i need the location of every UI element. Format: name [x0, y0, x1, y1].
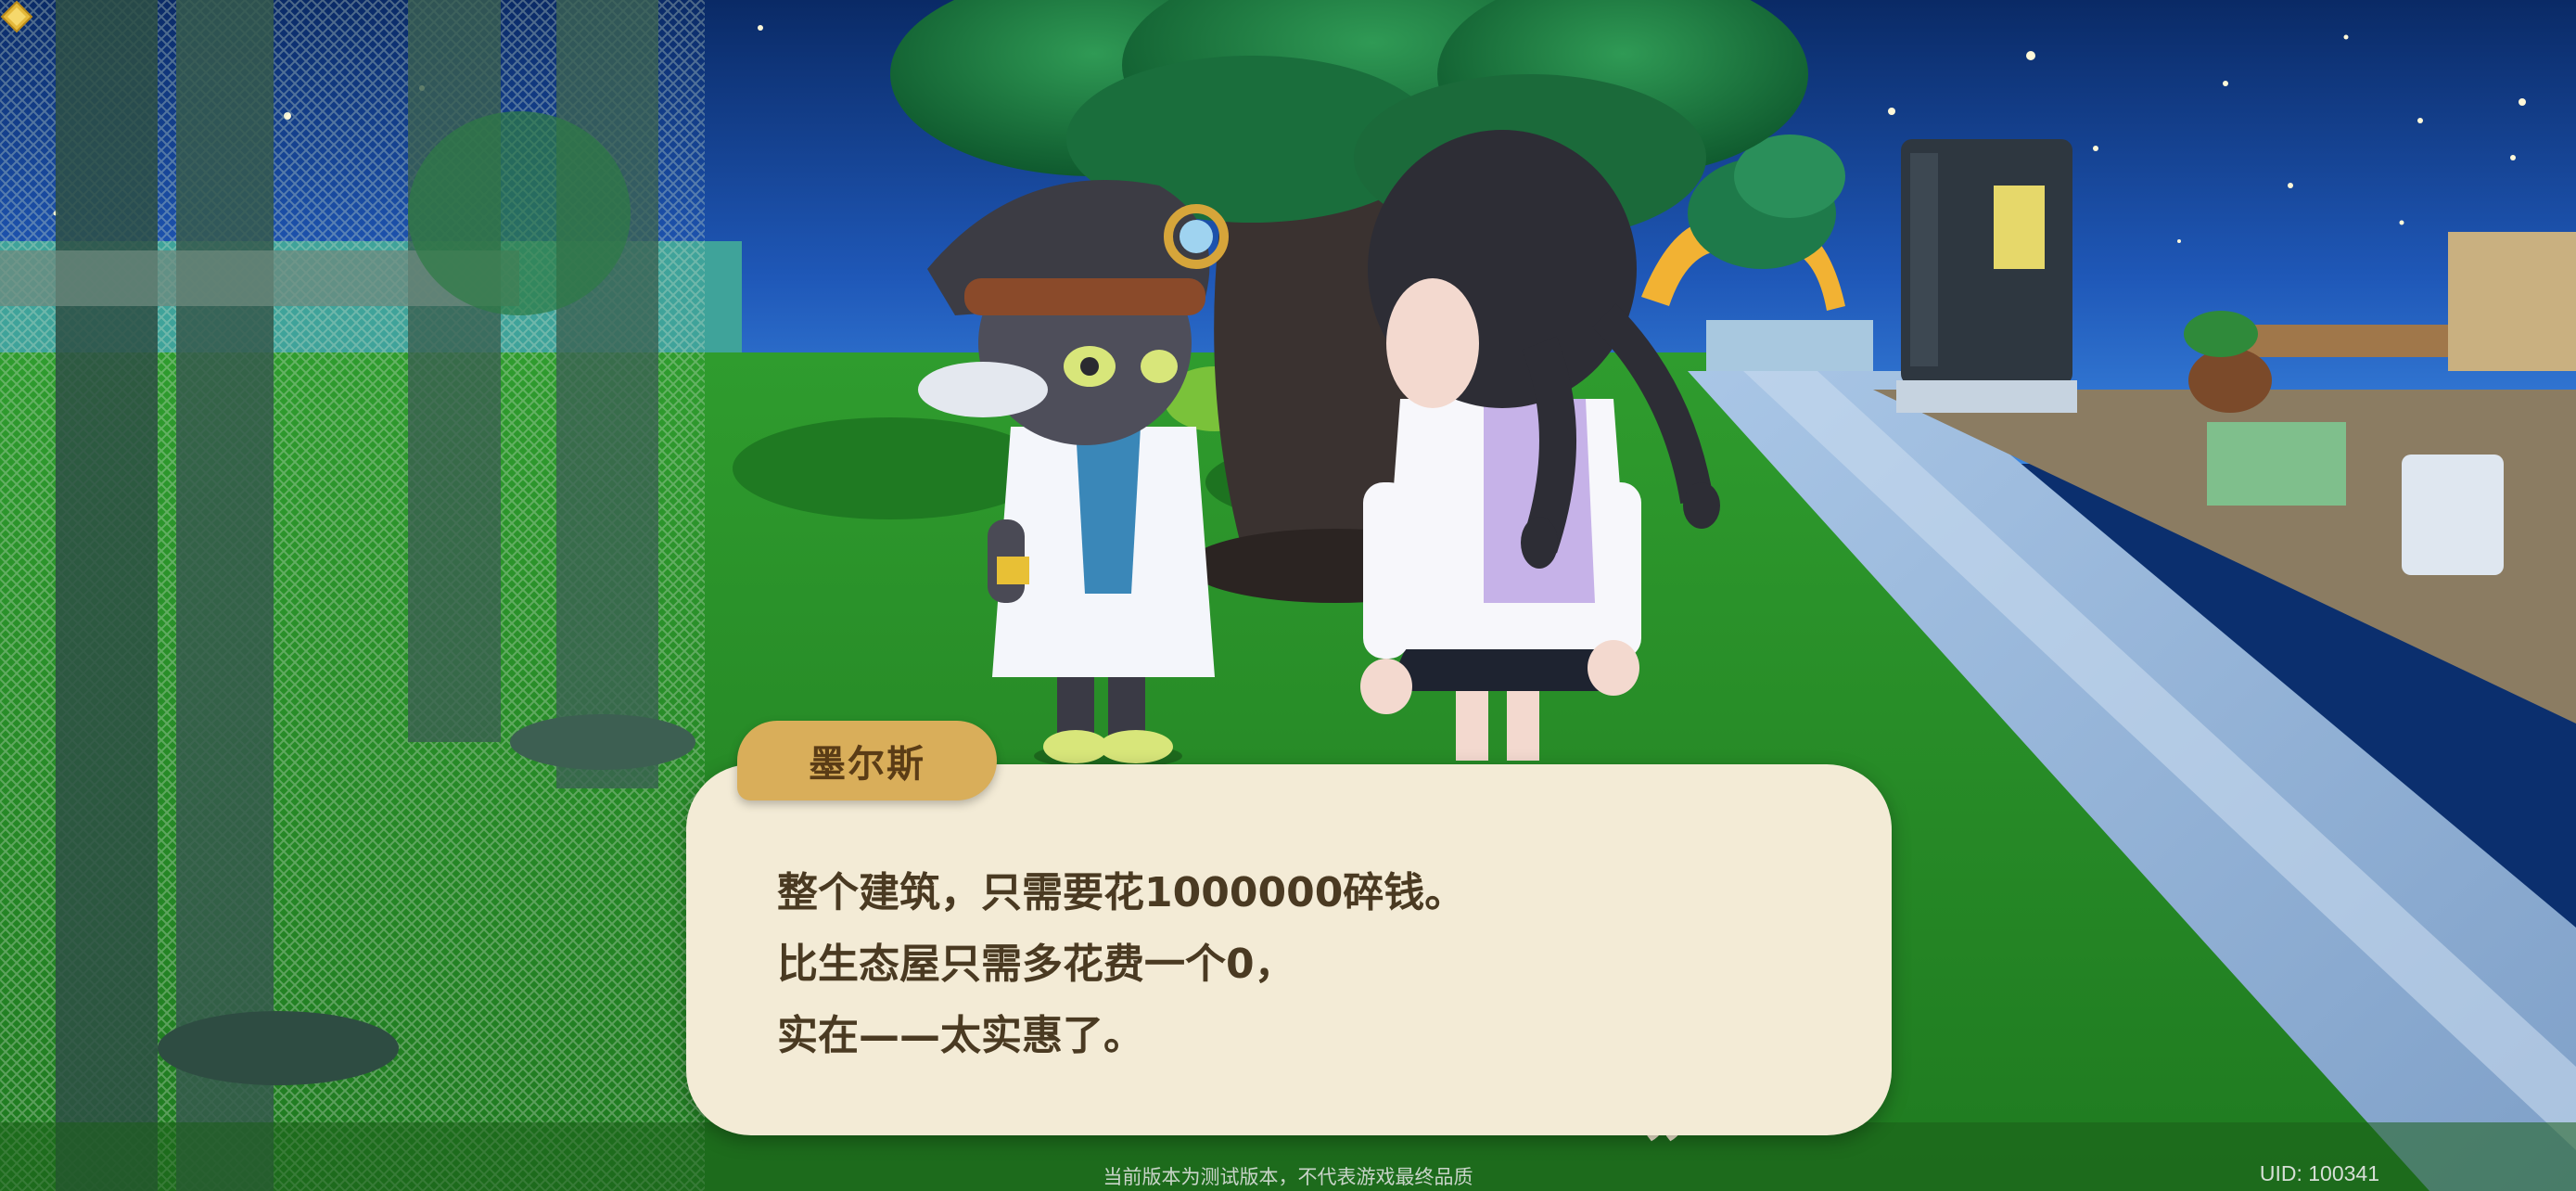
uid-label: UID: 100341: [2259, 1161, 2379, 1185]
dialogue-text: 整个建筑，只需要花1000000碎钱。 比生态屋只需多花费一个0， 实在——太实…: [777, 857, 1465, 1071]
dialogue-line: 比生态屋只需多花费一个0，: [777, 941, 1295, 988]
greenhouse-structure: [0, 0, 705, 1191]
game-scene[interactable]: 整个建筑，只需要花1000000碎钱。 比生态屋只需多花费一个0， 实在——太实…: [0, 0, 2576, 1191]
speaker-name: 墨尔斯: [809, 743, 925, 786]
dialogue-box[interactable]: 整个建筑，只需要花1000000碎钱。 比生态屋只需多花费一个0， 实在——太实…: [686, 764, 1892, 1135]
dialogue-line: 实在——太实惠了。: [777, 1012, 1144, 1059]
dialogue-line: 整个建筑，只需要花1000000碎钱。: [777, 869, 1466, 916]
test-version-notice: 当前版本为测试版本，不代表游戏最终品质: [1103, 1166, 1473, 1188]
diamond-continue-icon[interactable]: [0, 0, 33, 33]
speaker-name-tag: 墨尔斯: [737, 721, 997, 800]
